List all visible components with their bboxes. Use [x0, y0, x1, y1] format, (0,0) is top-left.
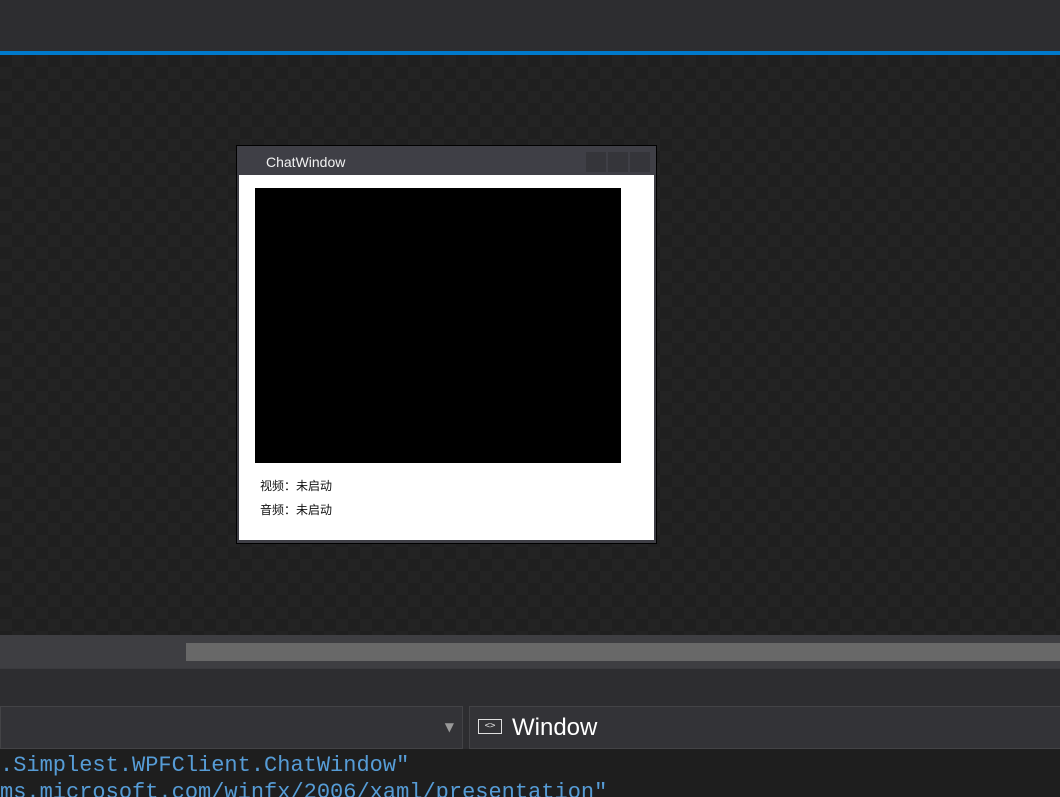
code-line-class: .Simplest.WPFClient.ChatWindow": [0, 753, 410, 778]
document-tab-bar: [0, 0, 1060, 51]
minimize-button[interactable]: [586, 152, 606, 172]
member-dropdown[interactable]: <> Window: [469, 706, 1060, 749]
window-content: 视频：未启动 音频：未启动: [239, 175, 654, 540]
window-title: ChatWindow: [266, 154, 346, 170]
designer-splitter[interactable]: [0, 668, 1060, 706]
chevron-down-icon[interactable]: ▼: [445, 720, 454, 734]
code-line-xmlns: ms.microsoft.com/winfx/2006/xaml/present…: [0, 780, 608, 797]
close-button[interactable]: [630, 152, 650, 172]
scrollbar-thumb[interactable]: [186, 643, 1060, 661]
maximize-button[interactable]: [608, 152, 628, 172]
video-status-label: 视频：未启动: [260, 479, 333, 493]
member-dropdown-label: Window: [512, 714, 598, 741]
window-icon: <>: [478, 719, 502, 734]
type-dropdown[interactable]: ▼: [0, 706, 463, 749]
audio-status-label: 音频：未启动: [260, 503, 333, 517]
xaml-code-editor[interactable]: .Simplest.WPFClient.ChatWindow" ms.micro…: [0, 749, 1060, 797]
video-panel: [255, 188, 621, 463]
chat-window-preview[interactable]: ChatWindow 视频：未启动 音频：未启动: [236, 145, 657, 544]
